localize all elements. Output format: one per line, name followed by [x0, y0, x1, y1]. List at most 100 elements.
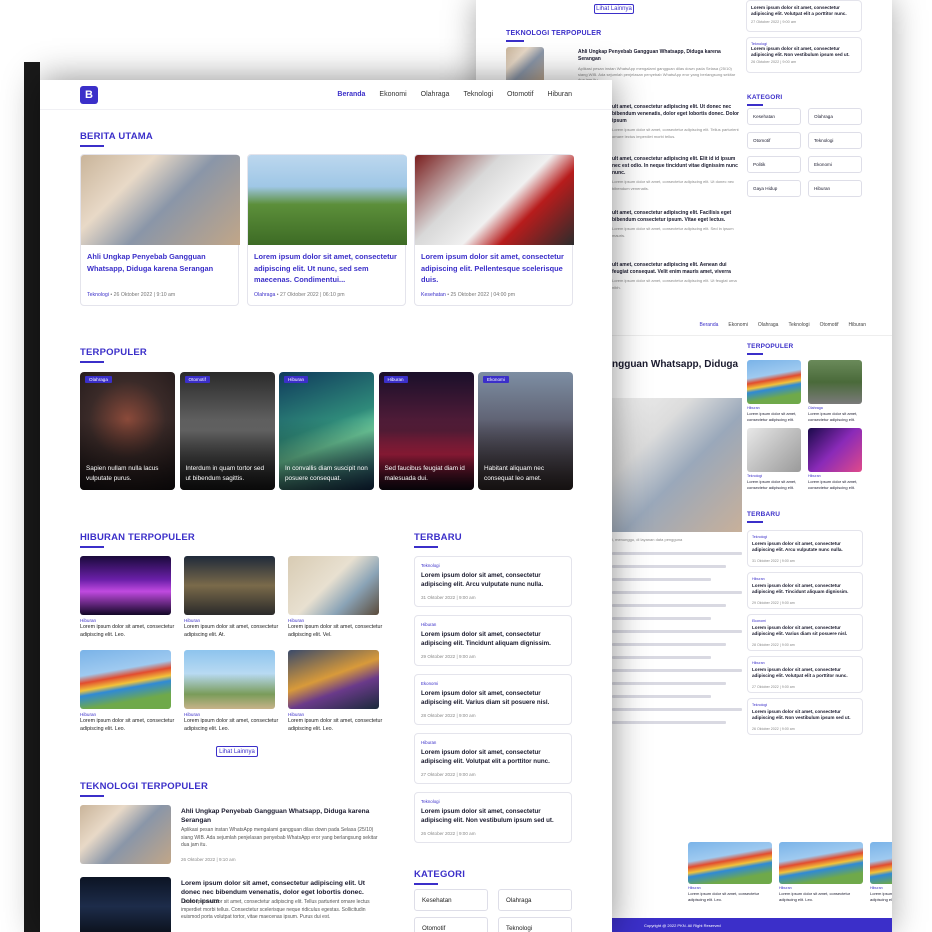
- back-list-3-title[interactable]: ult amet, consectetur adipiscing elit. F…: [612, 210, 740, 224]
- back-more-button[interactable]: Lihat Lainnya: [594, 4, 634, 14]
- nav-item-ekonomi[interactable]: Ekonomi: [379, 91, 406, 98]
- category-chip-otomotif[interactable]: Otomotif: [414, 917, 488, 932]
- entertainment-image[interactable]: [288, 556, 379, 615]
- entertainment-image[interactable]: [80, 556, 171, 615]
- popular-badge: Ekonomi: [483, 376, 509, 383]
- navbar: B Beranda Ekonomi Olahraga Teknologi Otomoti…: [40, 80, 612, 110]
- headline-category[interactable]: Teknologi: [87, 292, 109, 298]
- nav-item-teknologi[interactable]: Teknologi: [463, 91, 493, 98]
- back-category-chip-politik[interactable]: Politik: [747, 156, 801, 173]
- entertainment-category: Hiburan: [184, 618, 201, 623]
- back-latest-card[interactable]: Ekonomi Lorem ipsum dolor sit amet, conse…: [747, 614, 863, 651]
- back-top-card-1[interactable]: Lorem ipsum dolor sit amet, consectetur …: [746, 0, 862, 32]
- back-category-chip-label: Teknologi: [814, 138, 834, 143]
- tech-image[interactable]: [80, 877, 171, 932]
- back-category-chip-ekonomi[interactable]: Ekonomi: [808, 156, 862, 173]
- nav-item-beranda[interactable]: Beranda: [337, 91, 365, 98]
- back-nav-item-beranda[interactable]: Beranda: [700, 322, 719, 328]
- headline-card[interactable]: Lorem ipsum dolor sit amet, consectetur …: [414, 154, 574, 306]
- back-bottom-image[interactable]: [870, 842, 892, 884]
- back-nav-item-otomotif[interactable]: Otomotif: [820, 322, 839, 328]
- back-latest-card[interactable]: Teknologi Lorem ipsum dolor sit amet, con…: [747, 530, 863, 567]
- brand-logo-letter: B: [85, 89, 93, 101]
- back-latest-card[interactable]: Hiburan Lorem ipsum dolor sit amet, conse…: [747, 656, 863, 693]
- headline-title: Lorem ipsum dolor sit amet, consectetur …: [421, 252, 564, 284]
- latest-category: Ekonomi: [421, 681, 439, 686]
- popular-text: Interdum in quam tortor sed ut bibendum …: [185, 465, 265, 482]
- nav-item-olahraga[interactable]: Olahraga: [421, 91, 450, 98]
- latest-category: Teknologi: [421, 799, 440, 804]
- back-nav-item-olahraga[interactable]: Olahraga: [758, 322, 779, 328]
- category-chip-olahraga[interactable]: Olahraga: [498, 889, 572, 911]
- back-article-line: [612, 643, 727, 646]
- back-latest-category: Hiburan: [752, 661, 765, 665]
- nav-item-otomotif[interactable]: Otomotif: [507, 91, 533, 98]
- headline-date: • 25 Oktober 2022 | 04:00 pm: [445, 292, 516, 298]
- category-chip-teknologi[interactable]: Teknologi: [498, 917, 572, 932]
- back-popular-image[interactable]: [747, 360, 801, 404]
- back-latest-date: 29 Oktober 2022 | 9:00 am: [752, 601, 795, 605]
- popular-card[interactable]: Hiburan In convallis diam suscipit non po…: [279, 372, 374, 490]
- back-top-card-1-text: Lorem ipsum dolor sit amet, consectetur …: [751, 5, 847, 16]
- entertainment-image[interactable]: [184, 650, 275, 709]
- back-category-chip-label: Olahraga: [814, 114, 833, 119]
- nav-item-hiburan[interactable]: Hiburan: [547, 91, 572, 98]
- latest-card[interactable]: Hiburan Lorem ipsum dolor sit amet, conse…: [414, 733, 572, 784]
- hiburan-more-button[interactable]: Lihat Lainnya: [216, 746, 258, 757]
- popular-card[interactable]: Olahraga Sapien nullam nulla lacus vulput…: [80, 372, 175, 490]
- latest-text: Lorem ipsum dolor sit amet, consectetur …: [421, 572, 544, 588]
- headline-category[interactable]: Kesehatan: [421, 292, 446, 298]
- back-bottom-image[interactable]: [779, 842, 863, 884]
- latest-card[interactable]: Teknologi Lorem ipsum dolor sit amet, con…: [414, 792, 572, 843]
- back-latest-card[interactable]: Hiburan Lorem ipsum dolor sit amet, conse…: [747, 572, 863, 609]
- back-nav-item-teknologi[interactable]: Teknologi: [788, 322, 809, 328]
- entertainment-category: Hiburan: [288, 712, 305, 717]
- popular-text: Sed faucibus feugiat diam id malesuada d…: [384, 465, 465, 482]
- entertainment-image[interactable]: [288, 650, 379, 709]
- back-top-card-2-date: 26 Oktober 2022 | 9:00 am: [751, 60, 797, 64]
- headline-meta: Teknologi • 26 Oktober 2022 | 9:10 am: [87, 292, 175, 298]
- back-popular-image[interactable]: [808, 360, 862, 404]
- back-popular-category: Olahraga: [808, 406, 823, 410]
- latest-card[interactable]: Hiburan Lorem ipsum dolor sit amet, conse…: [414, 615, 572, 666]
- back-category-chip-otomotif[interactable]: Otomotif: [747, 132, 801, 149]
- headline-title: Lorem ipsum dolor sit amet, consectetur …: [254, 252, 397, 284]
- latest-card[interactable]: Teknologi Lorem ipsum dolor sit amet, con…: [414, 556, 572, 607]
- back-category-chip-gaya-hidup[interactable]: Gaya Hidup: [747, 180, 801, 197]
- popular-card[interactable]: Ekonomi Habitant aliquam nec consequat le…: [478, 372, 573, 490]
- back-category-chip-teknologi[interactable]: Teknologi: [808, 132, 862, 149]
- category-chip-label: Olahraga: [506, 897, 532, 904]
- entertainment-image[interactable]: [80, 650, 171, 709]
- back-latest-date: 26 Oktober 2022 | 9:00 am: [752, 727, 795, 731]
- back-article-image: [612, 398, 742, 532]
- popular-card[interactable]: Otomotif Interdum in quam tortor sed ut b…: [179, 372, 275, 490]
- entertainment-image[interactable]: [184, 556, 275, 615]
- popular-badge: Otomotif: [184, 376, 210, 383]
- back-list-4-title[interactable]: ult amet, consectetur adipiscing elit. A…: [612, 262, 740, 276]
- back-latest-card[interactable]: Teknologi Lorem ipsum dolor sit amet, con…: [747, 698, 863, 735]
- back-top-card-2[interactable]: Teknologi Lorem ipsum dolor sit amet, co…: [746, 37, 862, 73]
- headline-card[interactable]: Ahli Ungkap Penyebab Gangguan Whatsapp, …: [80, 154, 240, 306]
- back-teknologi-first-title[interactable]: Ahli Ungkap Penyebab Gangguan Whatsapp, …: [578, 49, 738, 63]
- back-category-chip-kesehatan[interactable]: Kesehatan: [747, 108, 801, 125]
- tech-image[interactable]: [80, 805, 171, 864]
- headline-card[interactable]: Lorem ipsum dolor sit amet, consectetur …: [247, 154, 407, 306]
- back-popular-image[interactable]: [747, 428, 801, 472]
- popular-card[interactable]: Hiburan Sed faucibus feugiat diam id male…: [378, 372, 474, 490]
- back-terbaru-underline: [747, 521, 763, 523]
- popular-text: Habitant aliquam nec consequat leo amet.: [484, 465, 545, 482]
- back-nav-item-hiburan[interactable]: Hiburan: [848, 322, 866, 328]
- latest-card[interactable]: Ekonomi Lorem ipsum dolor sit amet, conse…: [414, 674, 572, 725]
- back-list-2-title[interactable]: ult amet, consectetur adipiscing elit. E…: [612, 156, 740, 177]
- back-popular-image[interactable]: [808, 428, 862, 472]
- back-list-1-title[interactable]: ult amet, consectetur adipiscing elit. U…: [612, 104, 740, 125]
- back-category-chip-olahraga[interactable]: Olahraga: [808, 108, 862, 125]
- brand-logo[interactable]: B: [80, 86, 98, 104]
- hiburan-heading: HIBURAN TERPOPULER: [80, 532, 195, 548]
- category-chip-kesehatan[interactable]: Kesehatan: [414, 889, 488, 911]
- back-category-chip-hiburan[interactable]: Hiburan: [808, 180, 862, 197]
- back-bottom-image[interactable]: [688, 842, 772, 884]
- entertainment-category: Hiburan: [288, 618, 305, 623]
- back-nav-item-ekonomi[interactable]: Ekonomi: [728, 322, 747, 328]
- headline-category[interactable]: Olahraga: [254, 292, 275, 298]
